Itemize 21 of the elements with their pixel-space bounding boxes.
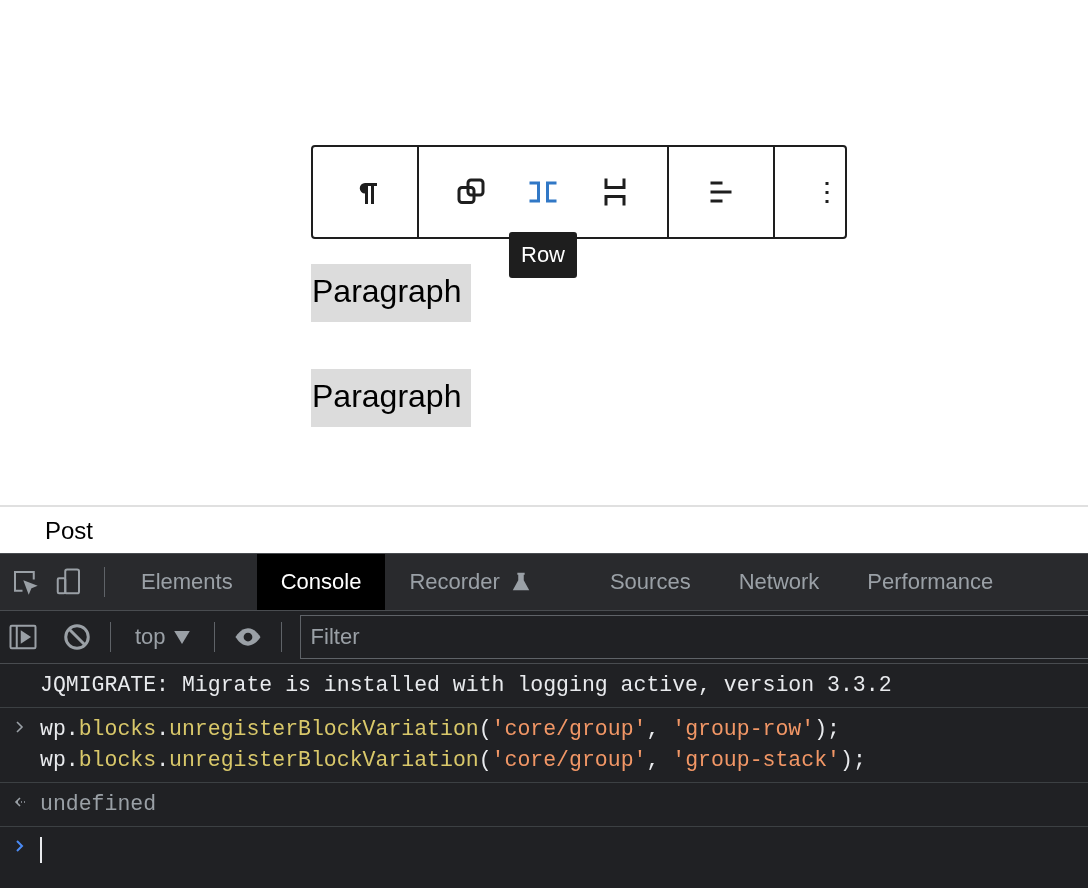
clear-icon[interactable]: [62, 622, 92, 652]
sidebar-toggle-icon[interactable]: [8, 622, 38, 652]
devtools-tab[interactable]: Sources: [585, 554, 715, 610]
devtools-tab[interactable]: Performance: [843, 554, 1018, 610]
console-line: JQMIGRATE: Migrate is installed with logging active, version 3.3.2: [40, 672, 892, 699]
paragraph-block[interactable]: Paragraph: [311, 264, 472, 322]
devtools-tab[interactable]: Console: [256, 554, 386, 610]
caret-icon: [173, 630, 190, 644]
tooltip: Row: [509, 232, 577, 278]
more-icon: [824, 181, 830, 203]
context-dropdown[interactable]: top: [129, 623, 196, 651]
console-line: undefined: [40, 791, 157, 818]
paragraph-block[interactable]: Paragraph: [311, 369, 472, 427]
filter-field[interactable]: Filter: [299, 615, 1088, 659]
devtools-tab[interactable]: Elements: [117, 554, 257, 610]
console-line: wp.blocks.unregisterBlockVariation('core/group', 'group-row');: [40, 716, 841, 743]
devtools-tab[interactable]: Network: [714, 554, 844, 610]
console-line: wp.blocks.unregisterBlockVariation('core/group', 'group-stack');: [40, 747, 866, 774]
result-arrow-icon: [13, 795, 27, 809]
devtools-tab[interactable]: Recorder: [385, 554, 586, 610]
breadcrumb[interactable]: Post: [45, 517, 94, 544]
